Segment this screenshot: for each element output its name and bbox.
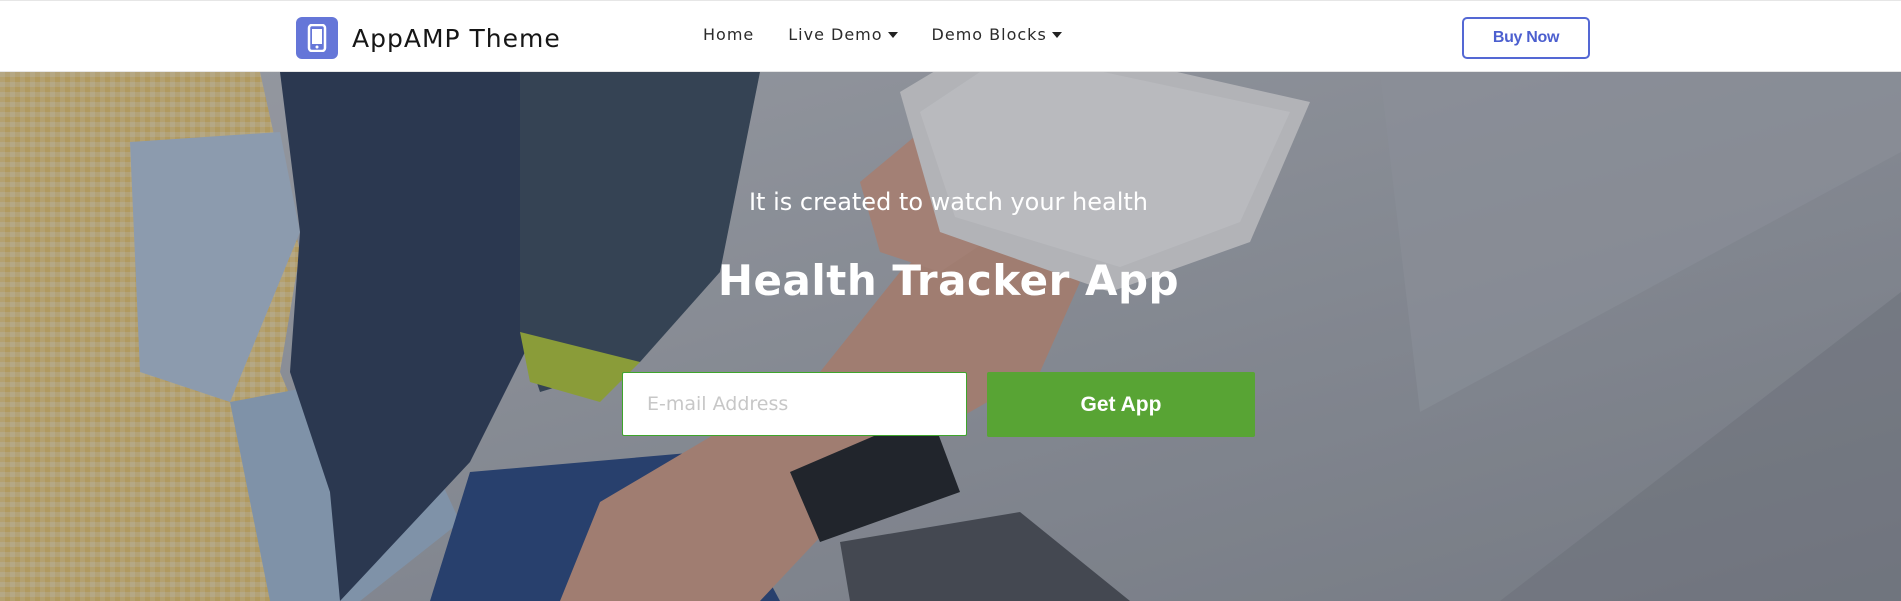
- nav-home-label: Home: [703, 25, 755, 44]
- get-app-button[interactable]: Get App: [987, 372, 1255, 437]
- chevron-down-icon: [1051, 31, 1062, 38]
- main-nav: Home Live Demo Demo Blocks: [703, 25, 1096, 44]
- nav-live-demo-label: Live Demo: [788, 25, 883, 44]
- hero-tagline: It is created to watch your health: [748, 188, 1149, 216]
- nav-live-demo[interactable]: Live Demo: [788, 25, 898, 44]
- nav-home[interactable]: Home: [703, 25, 754, 44]
- email-field[interactable]: [622, 372, 967, 436]
- hero-dark-overlay: [0, 72, 1901, 601]
- navbar: AppAMP Theme Home Live Demo Demo Blocks …: [0, 0, 1901, 72]
- buy-now-button[interactable]: Buy Now: [1462, 17, 1590, 59]
- smartphone-icon: [296, 17, 338, 59]
- nav-demo-blocks[interactable]: Demo Blocks: [932, 25, 1062, 44]
- hero-title: Health Tracker App: [717, 256, 1180, 305]
- chevron-down-icon: [887, 31, 898, 38]
- hero-section: It is created to watch your health Healt…: [0, 72, 1901, 601]
- nav-demo-blocks-label: Demo Blocks: [931, 25, 1047, 44]
- brand-name: AppAMP Theme: [352, 23, 561, 53]
- brand-logo-link[interactable]: AppAMP Theme: [296, 17, 561, 59]
- page: AppAMP Theme Home Live Demo Demo Blocks …: [0, 0, 1901, 601]
